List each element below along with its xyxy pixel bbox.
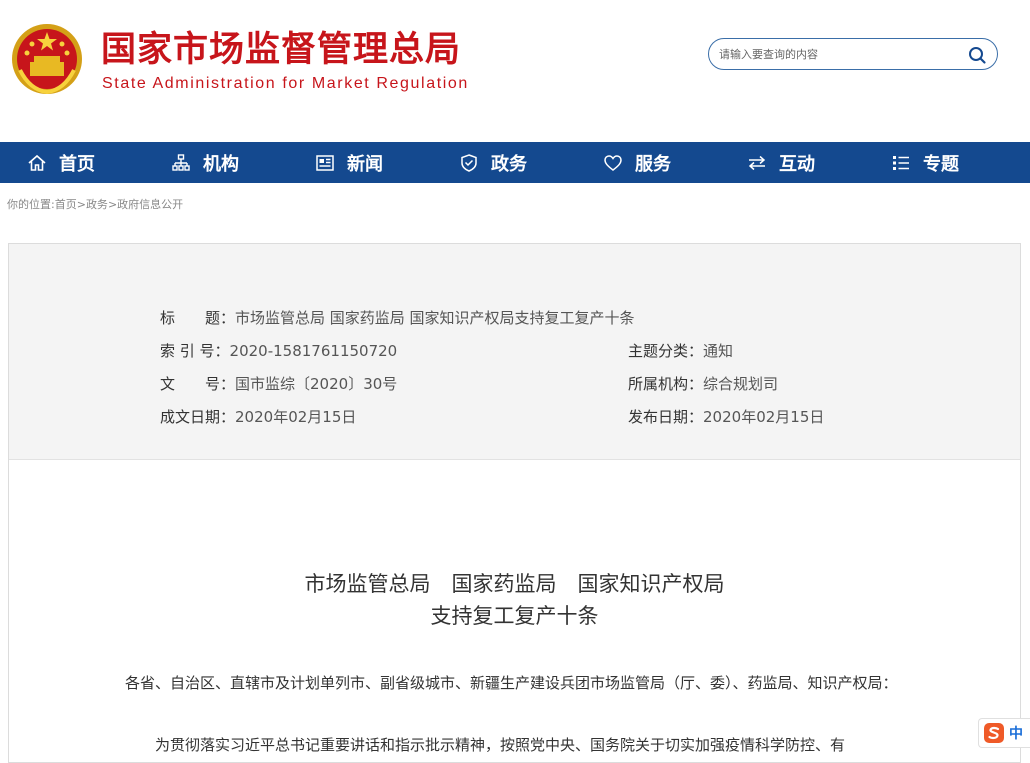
- national-emblem-icon[interactable]: [10, 22, 84, 96]
- document-paragraph: 各省、自治区、直辖市及计划单列市、副省级城市、新疆生产建设兵团市场监管局（厅、委…: [125, 674, 898, 692]
- ime-toolbar[interactable]: 中: [978, 718, 1030, 748]
- document-meta-panel: 标 题：市场监管总局 国家药监局 国家知识产权局支持复工复产十条 索 引 号：2…: [9, 244, 1020, 460]
- meta-index-row: 索 引 号：2020-1581761150720: [160, 341, 397, 361]
- meta-org-value: 综合规划司: [703, 375, 779, 393]
- news-icon: [316, 154, 334, 171]
- document-title-line2: 支持复工复产十条: [430, 604, 599, 628]
- nav-item-home[interactable]: 首页: [27, 142, 95, 183]
- meta-index-value: 2020-1581761150720: [229, 342, 398, 360]
- breadcrumb-link-home[interactable]: 首页: [55, 198, 77, 211]
- home-icon: [28, 154, 46, 171]
- document-paragraph: 为贯彻落实习近平总书记重要讲话和指示批示精神，按照党中央、国务院关于切实加强疫情…: [125, 736, 846, 754]
- nav-label: 政务: [491, 153, 527, 175]
- list-icon: [893, 155, 909, 170]
- breadcrumb-link-info-disclosure[interactable]: 政府信息公开: [117, 198, 183, 211]
- meta-published-label: 发布日期：: [628, 408, 704, 426]
- nav-label: 专题: [923, 153, 959, 175]
- nav-label: 服务: [635, 153, 671, 175]
- breadcrumb: 你的位置:首页>政务>政府信息公开: [7, 196, 183, 212]
- article-frame: 标 题：市场监管总局 国家药监局 国家知识产权局支持复工复产十条 索 引 号：2…: [8, 243, 1021, 763]
- nav-label: 首页: [59, 153, 95, 175]
- shield-icon: [461, 153, 477, 172]
- meta-category-value: 通知: [703, 342, 734, 360]
- breadcrumb-link-gov-affairs[interactable]: 政务: [86, 198, 108, 211]
- org-chart-icon: [172, 153, 190, 171]
- meta-category-label: 主题分类：: [628, 342, 704, 360]
- search-icon[interactable]: [967, 45, 987, 65]
- site-header: 国家市场监督管理总局 State Administration for Mark…: [0, 0, 1030, 142]
- main-nav: 首页 机构 新闻 政务 服务 互动 专题: [0, 142, 1030, 183]
- meta-docno-value: 国市监综〔2020〕30号: [235, 375, 398, 393]
- ime-mode-label: 中: [1009, 726, 1023, 742]
- site-title-en: State Administration for Market Regulati…: [102, 75, 469, 92]
- nav-item-news[interactable]: 新闻: [315, 142, 383, 183]
- meta-docno-label: 文 号：: [160, 375, 236, 393]
- sogou-ime-icon: [984, 723, 1004, 743]
- nav-item-topics[interactable]: 专题: [891, 142, 959, 183]
- breadcrumb-prefix: 你的位置:: [7, 198, 55, 211]
- meta-org-label: 所属机构：: [628, 375, 704, 393]
- meta-category-row: 主题分类：通知: [628, 341, 733, 361]
- search-box: [708, 38, 998, 70]
- search-input[interactable]: [719, 45, 959, 63]
- meta-published-value: 2020年02月15日: [703, 408, 825, 426]
- meta-created-label: 成文日期：: [160, 408, 236, 426]
- meta-title-label: 标 题：: [160, 309, 236, 327]
- breadcrumb-separator: >: [107, 198, 118, 211]
- heart-icon: [604, 154, 622, 171]
- nav-item-interaction[interactable]: 互动: [747, 142, 815, 183]
- breadcrumb-separator: >: [76, 198, 86, 211]
- nav-item-services[interactable]: 服务: [603, 142, 671, 183]
- nav-item-org[interactable]: 机构: [171, 142, 239, 183]
- meta-title-row: 标 题：市场监管总局 国家药监局 国家知识产权局支持复工复产十条: [160, 308, 635, 328]
- nav-label: 机构: [203, 153, 239, 175]
- meta-title-value: 市场监管总局 国家药监局 国家知识产权局支持复工复产十条: [235, 309, 635, 327]
- meta-created-row: 成文日期：2020年02月15日: [160, 407, 356, 427]
- nav-label: 互动: [779, 153, 815, 175]
- nav-item-gov-affairs[interactable]: 政务: [459, 142, 527, 183]
- meta-docno-row: 文 号：国市监综〔2020〕30号: [160, 374, 397, 394]
- nav-label: 新闻: [347, 153, 383, 175]
- swap-arrows-icon: [748, 155, 766, 170]
- meta-created-value: 2020年02月15日: [235, 408, 357, 426]
- document-title-line1: 市场监管总局 国家药监局 国家知识产权局: [304, 572, 725, 596]
- meta-index-label: 索 引 号：: [160, 342, 230, 360]
- meta-org-row: 所属机构：综合规划司: [628, 374, 778, 394]
- meta-published-row: 发布日期：2020年02月15日: [628, 407, 824, 427]
- site-title-cn[interactable]: 国家市场监督管理总局: [101, 30, 461, 70]
